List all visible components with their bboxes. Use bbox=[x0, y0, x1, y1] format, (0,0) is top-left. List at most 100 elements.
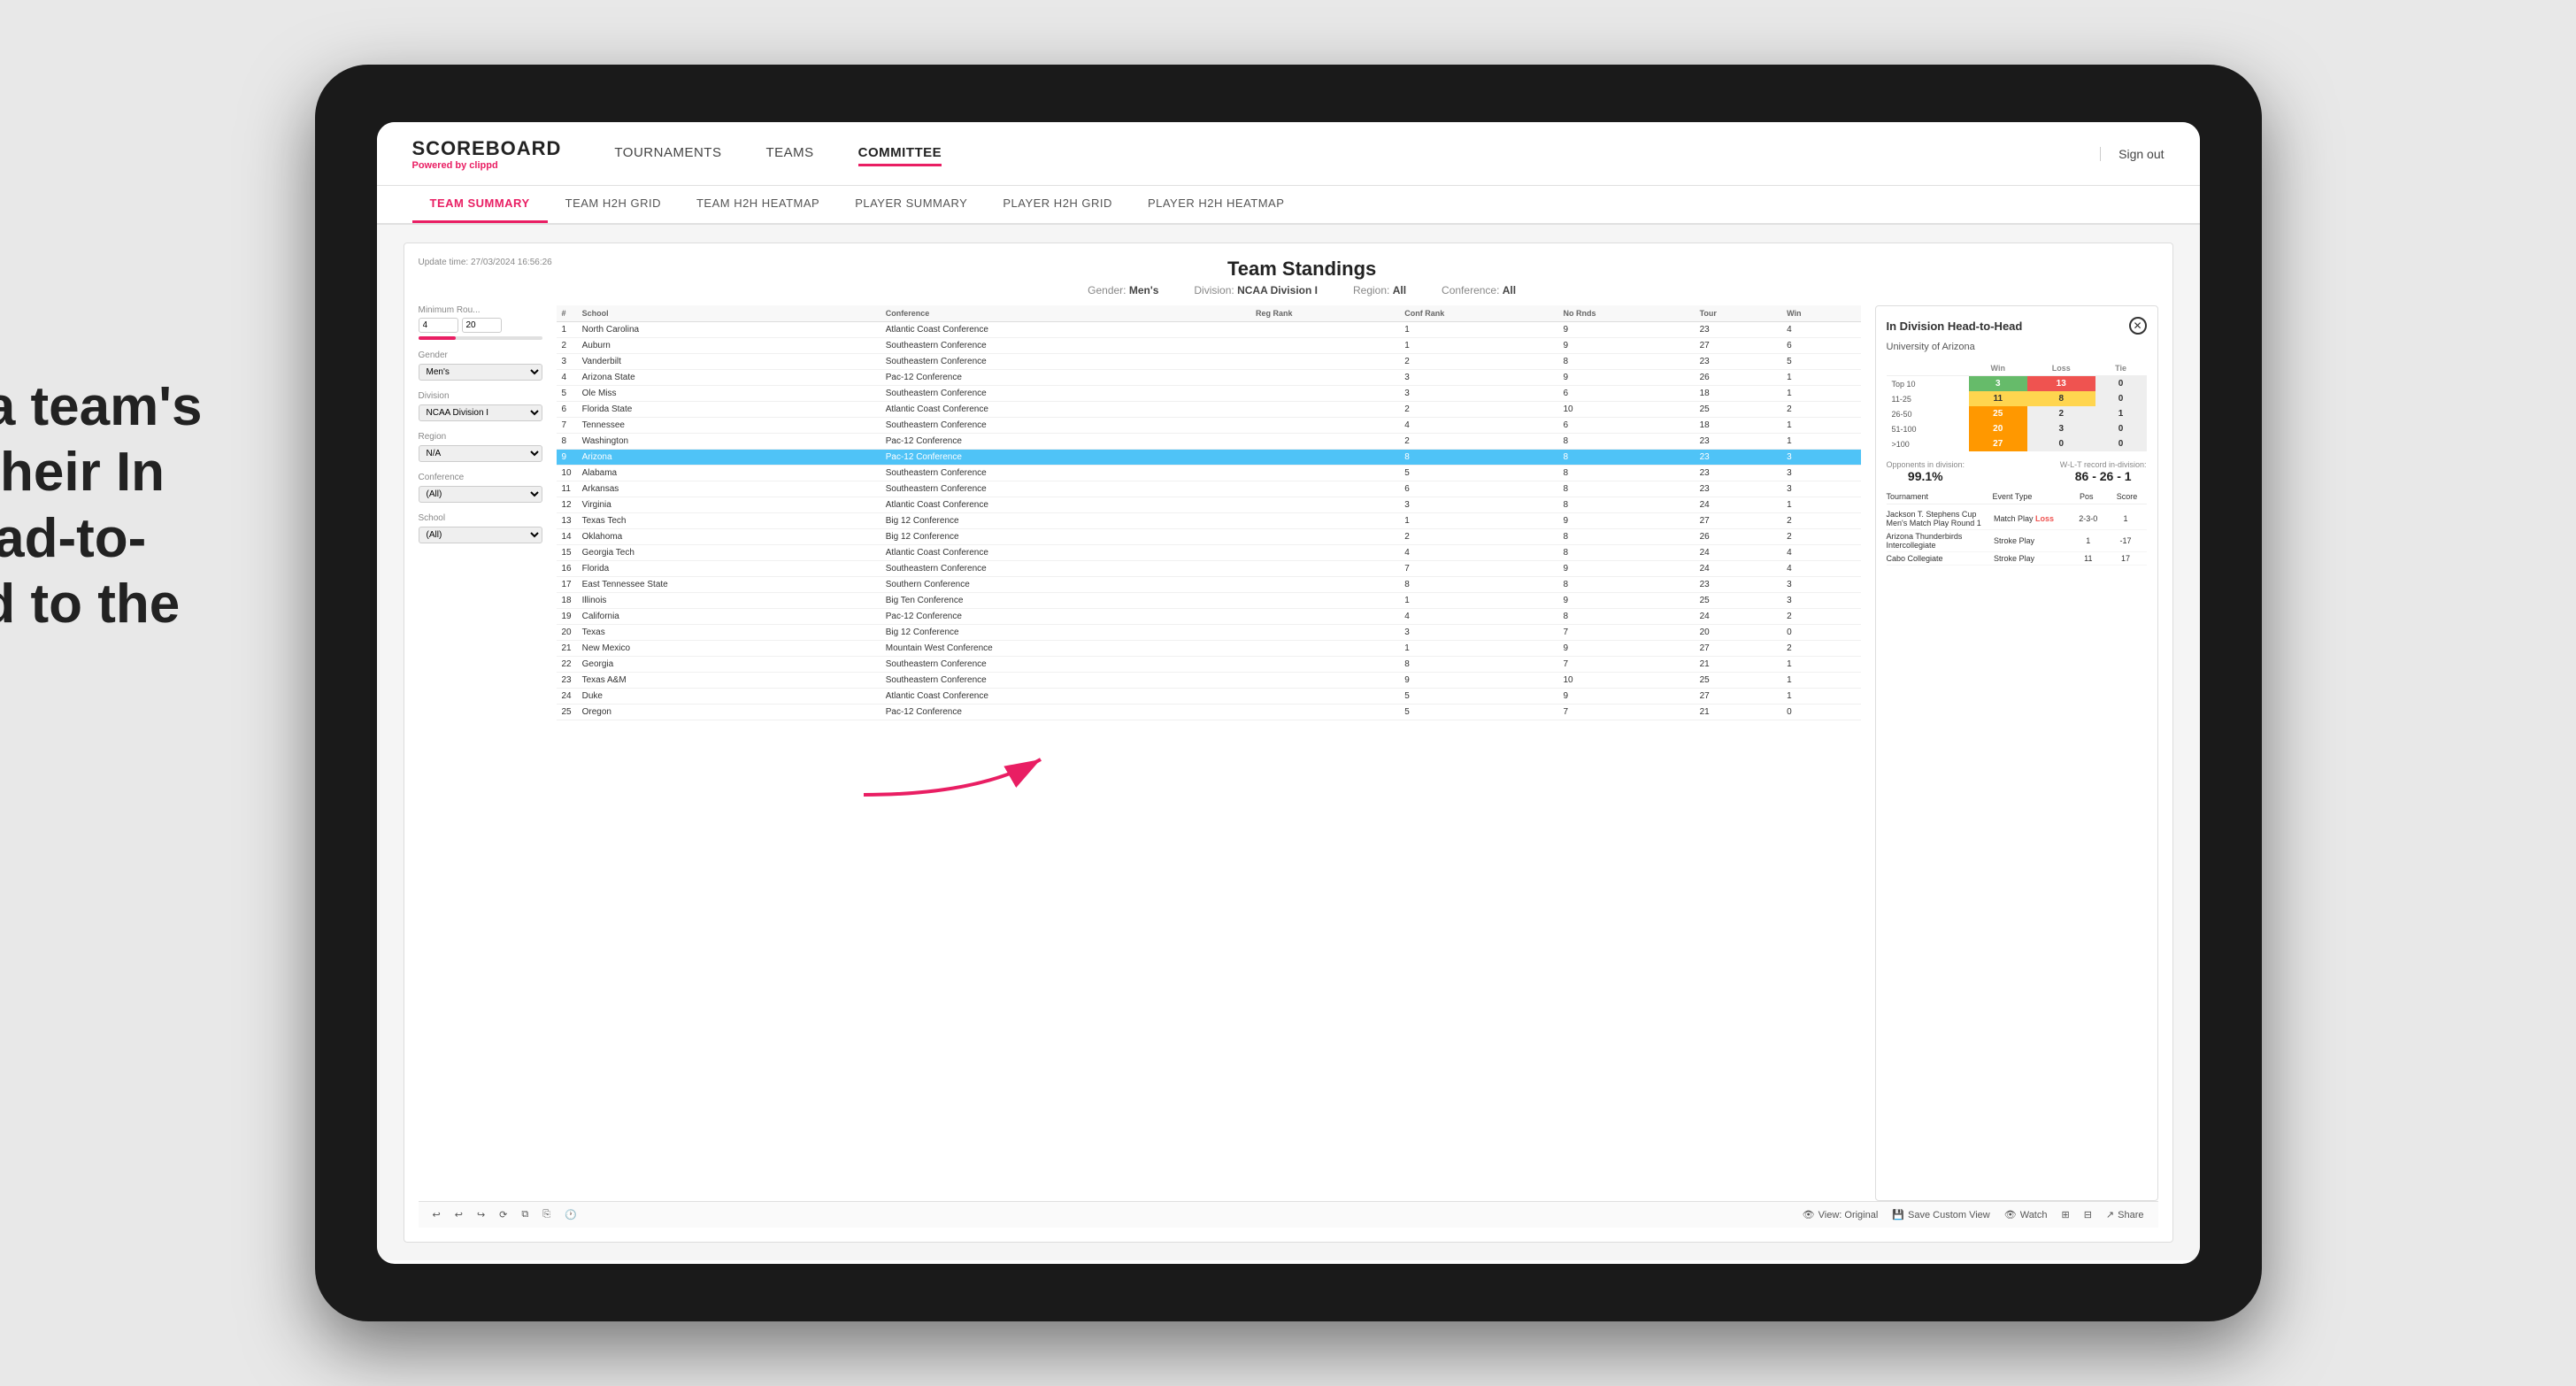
cell-tour: 24 bbox=[1695, 545, 1782, 561]
col-conf-rank: Conf Rank bbox=[1399, 305, 1557, 322]
cell-num: 7 bbox=[557, 418, 577, 434]
watch-button[interactable]: 👁 Watch bbox=[2004, 1209, 2048, 1220]
layout-button[interactable]: ⊞ bbox=[2061, 1209, 2069, 1220]
cell-reg bbox=[1250, 434, 1399, 450]
standings-table: # School Conference Reg Rank Conf Rank N… bbox=[557, 305, 1861, 720]
cell-conference: Southern Conference bbox=[880, 577, 1250, 593]
refresh-button[interactable]: ⟳ bbox=[499, 1209, 507, 1220]
cell-rnds: 8 bbox=[1557, 354, 1694, 370]
tour-col-pos: Pos bbox=[2074, 492, 2099, 501]
table-row[interactable]: 16 Florida Southeastern Conference 7 9 2… bbox=[557, 561, 1861, 577]
grid-button[interactable]: ⊟ bbox=[2084, 1209, 2092, 1220]
tour-type: Stroke Play bbox=[1994, 554, 2072, 563]
cell-win: 3 bbox=[1781, 593, 1860, 609]
filter-division: Division NCAA Division I bbox=[419, 391, 542, 421]
save-custom-button[interactable]: 💾 Save Custom View bbox=[1892, 1209, 1989, 1220]
nav-committee[interactable]: COMMITTEE bbox=[858, 142, 942, 166]
cell-conference: Atlantic Coast Conference bbox=[880, 322, 1250, 338]
filter-gender-select[interactable]: Men's bbox=[419, 364, 542, 381]
undo2-button[interactable]: ↩ bbox=[455, 1209, 463, 1220]
cell-conference: Pac-12 Conference bbox=[880, 434, 1250, 450]
table-row[interactable]: 5 Ole Miss Southeastern Conference 3 6 1… bbox=[557, 386, 1861, 402]
cell-tour: 26 bbox=[1695, 370, 1782, 386]
filter-conference-select[interactable]: (All) bbox=[419, 486, 542, 503]
cell-tour: 23 bbox=[1695, 481, 1782, 497]
cell-conference: Southeastern Conference bbox=[880, 481, 1250, 497]
cell-conf: 3 bbox=[1399, 386, 1557, 402]
view-original-button[interactable]: 👁 View: Original bbox=[1803, 1209, 1879, 1220]
cell-school: New Mexico bbox=[577, 641, 880, 657]
table-row[interactable]: 13 Texas Tech Big 12 Conference 1 9 27 2 bbox=[557, 513, 1861, 529]
cell-reg bbox=[1250, 625, 1399, 641]
clock-button[interactable]: 🕐 bbox=[565, 1209, 577, 1220]
cell-conf: 2 bbox=[1399, 402, 1557, 418]
cell-rnds: 9 bbox=[1557, 370, 1694, 386]
sign-out-button[interactable]: Sign out bbox=[2100, 147, 2164, 161]
table-row[interactable]: 17 East Tennessee State Southern Confere… bbox=[557, 577, 1861, 593]
filter-min-rounds-input2[interactable] bbox=[462, 318, 502, 333]
nav-teams[interactable]: TEAMS bbox=[765, 142, 813, 166]
cell-win: 5 bbox=[1781, 354, 1860, 370]
cell-tour: 27 bbox=[1695, 338, 1782, 354]
h2h-close-button[interactable]: ✕ bbox=[2129, 317, 2147, 335]
redo-button[interactable]: ↪ bbox=[477, 1209, 485, 1220]
table-row[interactable]: 8 Washington Pac-12 Conference 2 8 23 1 bbox=[557, 434, 1861, 450]
table-row[interactable]: 21 New Mexico Mountain West Conference 1… bbox=[557, 641, 1861, 657]
table-row[interactable]: 22 Georgia Southeastern Conference 8 7 2… bbox=[557, 657, 1861, 673]
table-row[interactable]: 24 Duke Atlantic Coast Conference 5 9 27… bbox=[557, 689, 1861, 705]
cell-conference: Pac-12 Conference bbox=[880, 370, 1250, 386]
table-row[interactable]: 4 Arizona State Pac-12 Conference 3 9 26… bbox=[557, 370, 1861, 386]
cell-num: 25 bbox=[557, 705, 577, 720]
copy-button[interactable]: ⧉ bbox=[521, 1209, 528, 1220]
cell-rnds: 6 bbox=[1557, 386, 1694, 402]
table-row[interactable]: 7 Tennessee Southeastern Conference 4 6 … bbox=[557, 418, 1861, 434]
tab-player-h2h-heatmap[interactable]: PLAYER H2H HEATMAP bbox=[1130, 186, 1302, 223]
filter-region-select[interactable]: N/A bbox=[419, 445, 542, 462]
paste-button[interactable]: ⎘ bbox=[542, 1209, 550, 1220]
cell-reg bbox=[1250, 450, 1399, 466]
table-row[interactable]: 25 Oregon Pac-12 Conference 5 7 21 0 bbox=[557, 705, 1861, 720]
filter-school-select[interactable]: (All) bbox=[419, 527, 542, 543]
tab-team-h2h-heatmap[interactable]: TEAM H2H HEATMAP bbox=[679, 186, 837, 223]
tour-col-score: Score bbox=[2108, 492, 2147, 501]
table-row[interactable]: 11 Arkansas Southeastern Conference 6 8 … bbox=[557, 481, 1861, 497]
logo-subtitle: Powered by clippd bbox=[412, 160, 562, 171]
table-row[interactable]: 20 Texas Big 12 Conference 3 7 20 0 bbox=[557, 625, 1861, 641]
cell-school: Vanderbilt bbox=[577, 354, 880, 370]
table-row[interactable]: 14 Oklahoma Big 12 Conference 2 8 26 2 bbox=[557, 529, 1861, 545]
tab-player-summary[interactable]: PLAYER SUMMARY bbox=[837, 186, 985, 223]
table-row[interactable]: 10 Alabama Southeastern Conference 5 8 2… bbox=[557, 466, 1861, 481]
table-row[interactable]: 3 Vanderbilt Southeastern Conference 2 8… bbox=[557, 354, 1861, 370]
cell-conf: 1 bbox=[1399, 641, 1557, 657]
share-button[interactable]: ↗ Share bbox=[2106, 1209, 2144, 1220]
table-row[interactable]: 1 North Carolina Atlantic Coast Conferen… bbox=[557, 322, 1861, 338]
cell-win: 2 bbox=[1781, 641, 1860, 657]
cell-rnds: 9 bbox=[1557, 513, 1694, 529]
filter-division-label: Division bbox=[419, 391, 542, 401]
undo-button[interactable]: ↩ bbox=[433, 1209, 441, 1220]
cell-tour: 21 bbox=[1695, 705, 1782, 720]
table-row[interactable]: 6 Florida State Atlantic Coast Conferenc… bbox=[557, 402, 1861, 418]
tab-team-h2h-grid[interactable]: TEAM H2H GRID bbox=[548, 186, 679, 223]
filter-division-select[interactable]: NCAA Division I bbox=[419, 404, 542, 421]
filter-min-rounds-input1[interactable] bbox=[419, 318, 458, 333]
cell-conference: Atlantic Coast Conference bbox=[880, 545, 1250, 561]
table-row[interactable]: 19 California Pac-12 Conference 4 8 24 2 bbox=[557, 609, 1861, 625]
tab-team-summary[interactable]: TEAM SUMMARY bbox=[412, 186, 548, 223]
h2h-cell-label: 51-100 bbox=[1887, 421, 1969, 436]
table-row[interactable]: 12 Virginia Atlantic Coast Conference 3 … bbox=[557, 497, 1861, 513]
table-row[interactable]: 23 Texas A&M Southeastern Conference 9 1… bbox=[557, 673, 1861, 689]
nav-tournaments[interactable]: TOURNAMENTS bbox=[614, 142, 721, 166]
cell-rnds: 8 bbox=[1557, 609, 1694, 625]
table-row[interactable]: 9 Arizona Pac-12 Conference 8 8 23 3 bbox=[557, 450, 1861, 466]
table-row[interactable]: 2 Auburn Southeastern Conference 1 9 27 … bbox=[557, 338, 1861, 354]
main-nav: TOURNAMENTS TEAMS COMMITTEE bbox=[614, 142, 2100, 166]
table-row[interactable]: 15 Georgia Tech Atlantic Coast Conferenc… bbox=[557, 545, 1861, 561]
h2h-record-stat: W-L-T record in-division: 86 - 26 - 1 bbox=[2060, 460, 2147, 483]
cell-conference: Atlantic Coast Conference bbox=[880, 689, 1250, 705]
cell-tour: 25 bbox=[1695, 593, 1782, 609]
cell-conference: Big 12 Conference bbox=[880, 625, 1250, 641]
tab-player-h2h-grid[interactable]: PLAYER H2H GRID bbox=[985, 186, 1130, 223]
table-row[interactable]: 18 Illinois Big Ten Conference 1 9 25 3 bbox=[557, 593, 1861, 609]
cell-reg bbox=[1250, 370, 1399, 386]
